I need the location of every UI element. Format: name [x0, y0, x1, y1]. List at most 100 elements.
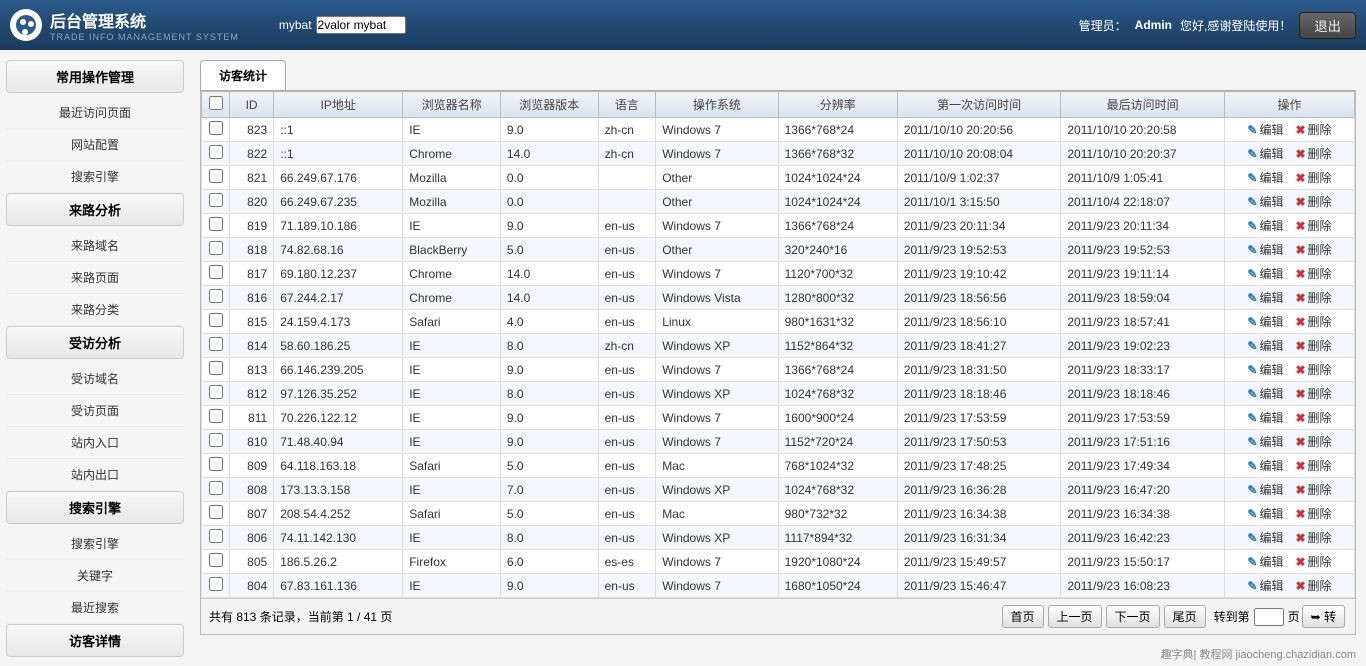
- delete-link[interactable]: ✖删除: [1295, 289, 1331, 306]
- edit-icon: ✎: [1247, 243, 1257, 257]
- sidebar-item[interactable]: 网站配置: [6, 129, 184, 161]
- edit-link[interactable]: ✎编辑: [1247, 121, 1283, 138]
- sidebar: 常用操作管理最近访问页面网站配置搜索引擎来路分析来路域名来路页面来路分类受访分析…: [0, 50, 190, 666]
- sidebar-item[interactable]: 最近访问页面: [6, 97, 184, 129]
- delete-icon: ✖: [1295, 123, 1305, 137]
- row-checkbox[interactable]: [209, 505, 223, 519]
- delete-link[interactable]: ✖删除: [1295, 313, 1331, 330]
- edit-link[interactable]: ✎编辑: [1247, 265, 1283, 282]
- edit-link[interactable]: ✎编辑: [1247, 577, 1283, 594]
- row-checkbox[interactable]: [209, 193, 223, 207]
- pager-prev[interactable]: 上一页: [1048, 605, 1102, 628]
- delete-link[interactable]: ✖删除: [1295, 385, 1331, 402]
- delete-link[interactable]: ✖删除: [1295, 505, 1331, 522]
- delete-link[interactable]: ✖删除: [1295, 361, 1331, 378]
- sidebar-item[interactable]: 站内出口: [6, 459, 184, 491]
- pager-last[interactable]: 尾页: [1164, 605, 1206, 628]
- sidebar-item[interactable]: 受访域名: [6, 363, 184, 395]
- row-checkbox[interactable]: [209, 457, 223, 471]
- row-checkbox[interactable]: [209, 217, 223, 231]
- edit-link[interactable]: ✎编辑: [1247, 481, 1283, 498]
- edit-link[interactable]: ✎编辑: [1247, 457, 1283, 474]
- delete-icon: ✖: [1295, 531, 1305, 545]
- table-row: 80964.118.163.18Safari5.0en-usMac768*102…: [202, 454, 1355, 478]
- edit-link[interactable]: ✎编辑: [1247, 193, 1283, 210]
- row-checkbox[interactable]: [209, 241, 223, 255]
- edit-link[interactable]: ✎编辑: [1247, 529, 1283, 546]
- pager-first[interactable]: 首页: [1002, 605, 1044, 628]
- sidebar-item[interactable]: 地区分布: [6, 661, 184, 666]
- row-checkbox[interactable]: [209, 265, 223, 279]
- edit-link[interactable]: ✎编辑: [1247, 505, 1283, 522]
- row-checkbox[interactable]: [209, 289, 223, 303]
- sidebar-group-title[interactable]: 来路分析: [6, 193, 184, 226]
- edit-link[interactable]: ✎编辑: [1247, 217, 1283, 234]
- edit-link[interactable]: ✎编辑: [1247, 409, 1283, 426]
- row-checkbox[interactable]: [209, 337, 223, 351]
- delete-link[interactable]: ✖删除: [1295, 553, 1331, 570]
- sidebar-item[interactable]: 最近搜索: [6, 592, 184, 624]
- edit-link[interactable]: ✎编辑: [1247, 361, 1283, 378]
- edit-icon: ✎: [1247, 507, 1257, 521]
- sidebar-group-title[interactable]: 搜索引擎: [6, 491, 184, 524]
- row-checkbox[interactable]: [209, 409, 223, 423]
- sidebar-group-title[interactable]: 访客详情: [6, 624, 184, 657]
- sidebar-group-title[interactable]: 常用操作管理: [6, 60, 184, 93]
- row-checkbox[interactable]: [209, 145, 223, 159]
- sidebar-item[interactable]: 关键字: [6, 560, 184, 592]
- delete-link[interactable]: ✖删除: [1295, 145, 1331, 162]
- sidebar-item[interactable]: 来路域名: [6, 230, 184, 262]
- delete-link[interactable]: ✖删除: [1295, 433, 1331, 450]
- pager-input[interactable]: [1254, 608, 1284, 626]
- delete-link[interactable]: ✖删除: [1295, 217, 1331, 234]
- logout-button[interactable]: 退出: [1299, 12, 1356, 39]
- delete-link[interactable]: ✖删除: [1295, 409, 1331, 426]
- delete-icon: ✖: [1295, 219, 1305, 233]
- row-checkbox[interactable]: [209, 313, 223, 327]
- sidebar-item[interactable]: 来路页面: [6, 262, 184, 294]
- row-checkbox[interactable]: [209, 577, 223, 591]
- sidebar-item[interactable]: 搜索引擎: [6, 161, 184, 193]
- edit-link[interactable]: ✎编辑: [1247, 169, 1283, 186]
- delete-link[interactable]: ✖删除: [1295, 265, 1331, 282]
- mid-input[interactable]: [316, 16, 406, 34]
- delete-link[interactable]: ✖删除: [1295, 337, 1331, 354]
- delete-icon: ✖: [1295, 459, 1305, 473]
- sidebar-item[interactable]: 来路分类: [6, 294, 184, 326]
- edit-icon: ✎: [1247, 171, 1257, 185]
- pager-next[interactable]: 下一页: [1106, 605, 1160, 628]
- delete-link[interactable]: ✖删除: [1295, 121, 1331, 138]
- edit-icon: ✎: [1247, 435, 1257, 449]
- row-checkbox[interactable]: [209, 385, 223, 399]
- edit-link[interactable]: ✎编辑: [1247, 289, 1283, 306]
- row-checkbox[interactable]: [209, 481, 223, 495]
- select-all-checkbox[interactable]: [209, 96, 223, 110]
- edit-link[interactable]: ✎编辑: [1247, 241, 1283, 258]
- pager-go[interactable]: ➥ 转: [1302, 605, 1345, 628]
- row-checkbox[interactable]: [209, 169, 223, 183]
- edit-link[interactable]: ✎编辑: [1247, 313, 1283, 330]
- sidebar-item[interactable]: 站内入口: [6, 427, 184, 459]
- edit-link[interactable]: ✎编辑: [1247, 385, 1283, 402]
- delete-link[interactable]: ✖删除: [1295, 193, 1331, 210]
- delete-link[interactable]: ✖删除: [1295, 169, 1331, 186]
- row-checkbox[interactable]: [209, 361, 223, 375]
- edit-link[interactable]: ✎编辑: [1247, 145, 1283, 162]
- delete-icon: ✖: [1295, 435, 1305, 449]
- edit-link[interactable]: ✎编辑: [1247, 337, 1283, 354]
- sidebar-item[interactable]: 搜索引擎: [6, 528, 184, 560]
- edit-link[interactable]: ✎编辑: [1247, 433, 1283, 450]
- sidebar-group-title[interactable]: 受访分析: [6, 326, 184, 359]
- sidebar-item[interactable]: 受访页面: [6, 395, 184, 427]
- row-checkbox[interactable]: [209, 121, 223, 135]
- delete-link[interactable]: ✖删除: [1295, 529, 1331, 546]
- delete-link[interactable]: ✖删除: [1295, 457, 1331, 474]
- edit-link[interactable]: ✎编辑: [1247, 553, 1283, 570]
- delete-link[interactable]: ✖删除: [1295, 577, 1331, 594]
- row-checkbox[interactable]: [209, 433, 223, 447]
- row-checkbox[interactable]: [209, 529, 223, 543]
- delete-link[interactable]: ✖删除: [1295, 481, 1331, 498]
- tab-visitors[interactable]: 访客统计: [200, 60, 286, 90]
- row-checkbox[interactable]: [209, 553, 223, 567]
- delete-link[interactable]: ✖删除: [1295, 241, 1331, 258]
